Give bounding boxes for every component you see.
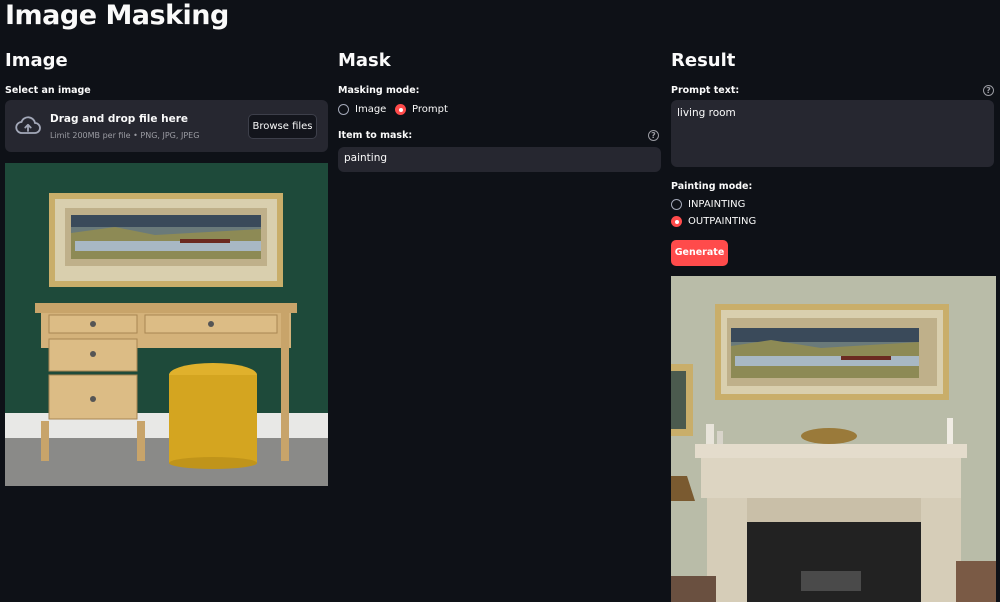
uploaded-image-preview [5,163,328,486]
generate-button[interactable]: Generate [671,240,728,266]
radio-unselected-icon [338,104,349,115]
radio-unselected-icon [671,199,682,210]
result-image [671,276,996,602]
browse-files-button[interactable]: Browse files [248,114,317,139]
radio-option-prompt[interactable]: Prompt [395,104,448,115]
select-image-label: Select an image [5,85,91,96]
cloud-upload-icon [15,116,41,140]
radio-label-inpainting: INPAINTING [688,199,746,210]
help-icon[interactable]: ? [983,85,994,96]
dropzone-instructions: Drag and drop file here [50,113,189,125]
masking-mode-label: Masking mode: [338,85,420,96]
file-uploader-dropzone[interactable]: Drag and drop file here Limit 200MB per … [5,100,328,152]
image-heading: Image [5,50,68,71]
radio-label-outpainting: OUTPAINTING [688,216,757,227]
radio-selected-icon [671,216,682,227]
image-column: Image Select an image Drag and drop file… [5,50,328,486]
page-title: Image Masking [5,0,229,31]
radio-selected-icon [395,104,406,115]
painting-mode-label: Painting mode: [671,181,753,192]
result-heading: Result [671,50,736,71]
radio-label-image: Image [355,104,387,115]
item-to-mask-input[interactable]: painting [338,147,661,172]
result-column: Result Prompt text: ? living room Painti… [671,50,996,602]
radio-label-prompt: Prompt [412,104,448,115]
radio-option-inpainting[interactable]: INPAINTING [671,199,745,210]
prompt-textarea[interactable]: living room [671,100,994,167]
mask-column: Mask Masking mode: Image Prompt Item to … [338,50,661,172]
help-icon[interactable]: ? [648,130,659,141]
radio-option-outpainting[interactable]: OUTPAINTING [671,216,756,227]
mask-heading: Mask [338,50,391,71]
prompt-text-label: Prompt text: [671,85,740,96]
dropzone-limits: Limit 200MB per file • PNG, JPG, JPEG [50,131,200,140]
radio-option-image[interactable]: Image [338,104,386,115]
item-to-mask-label: Item to mask: [338,130,413,141]
